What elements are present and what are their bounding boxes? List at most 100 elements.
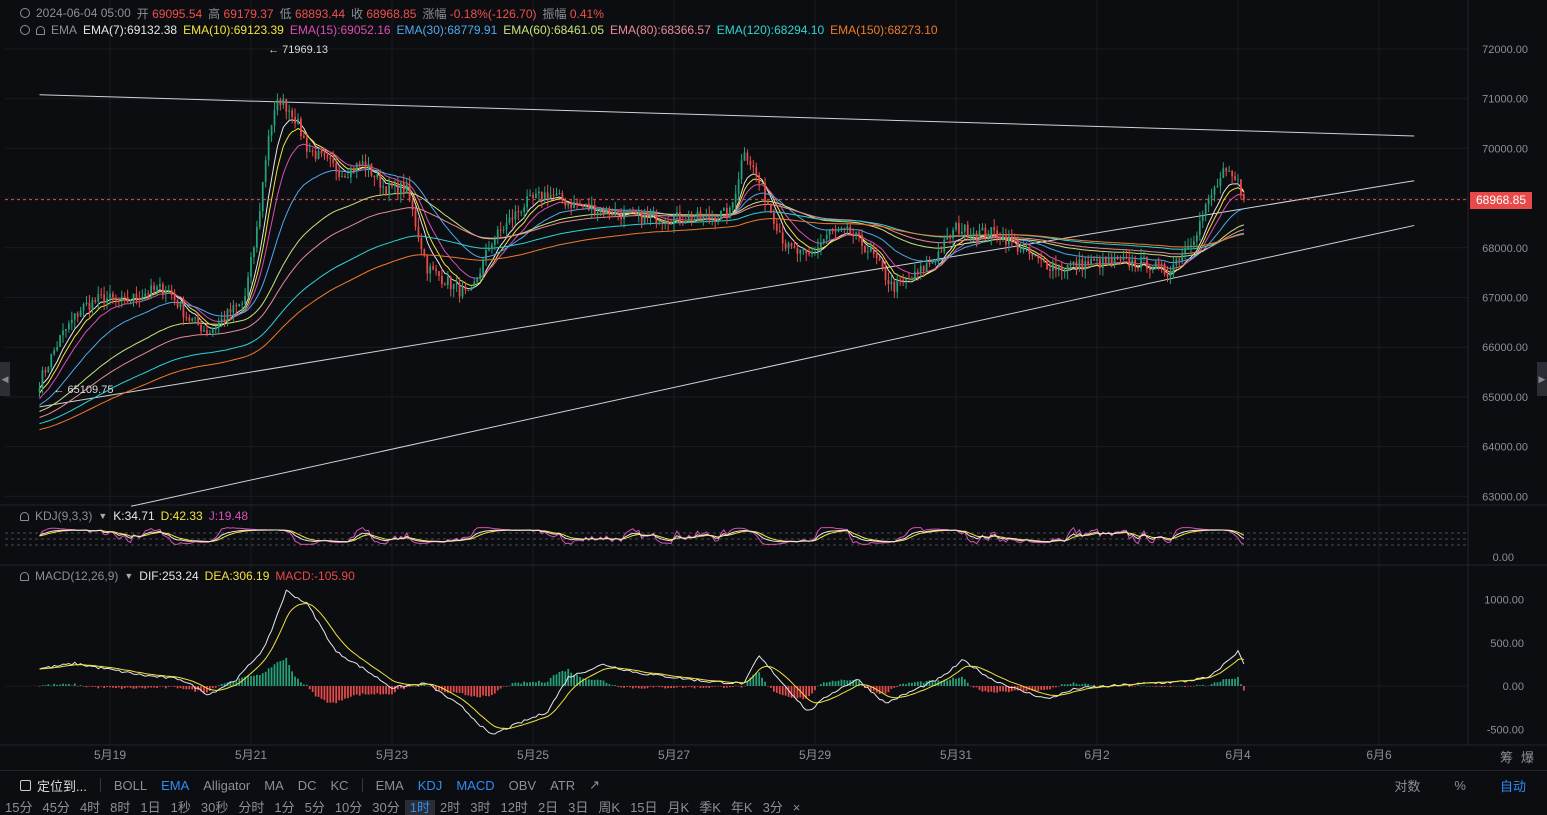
- candle-body: [1116, 257, 1119, 259]
- timeframe-button[interactable]: 5分: [300, 800, 330, 815]
- candle-body: [1207, 198, 1210, 205]
- low-label: 低: [279, 6, 292, 21]
- candle-body: [966, 224, 969, 238]
- timeframe-button[interactable]: 4时: [75, 800, 105, 815]
- timeframe-button[interactable]: 月K: [663, 800, 695, 815]
- chart-canvas[interactable]: 72000.0071000.0070000.0069000.0068000.00…: [0, 0, 1547, 815]
- trendlines: [5, 94, 1468, 507]
- timeframe-button[interactable]: 3时: [465, 800, 495, 815]
- scale-option-button[interactable]: %: [1447, 778, 1473, 793]
- candle-body: [796, 247, 799, 254]
- timeframe-button[interactable]: 周K: [593, 800, 625, 815]
- macd-histogram-bar: [144, 686, 147, 689]
- candle-body: [197, 317, 200, 325]
- candle-body: [940, 251, 943, 253]
- macd-histogram-bar: [320, 686, 323, 699]
- sub-indicator-button[interactable]: EMA: [369, 778, 411, 793]
- candle-body: [1190, 245, 1192, 248]
- main-indicator-button[interactable]: KC: [324, 778, 356, 793]
- scroll-left-icon[interactable]: ◀: [0, 362, 10, 396]
- kdj-dropdown-icon[interactable]: ▼: [98, 511, 107, 521]
- candle-body: [1101, 257, 1104, 268]
- timeframe-button[interactable]: 年K: [726, 800, 758, 815]
- candle-body: [320, 150, 323, 154]
- sub-indicator-button[interactable]: ATR: [543, 778, 582, 793]
- macd-histogram-bar: [288, 664, 291, 686]
- macd-histogram-bar: [1166, 685, 1169, 687]
- macd-histogram-bar: [690, 686, 693, 688]
- candle-body: [752, 165, 755, 168]
- macd-histogram-bar: [473, 686, 476, 697]
- timeframe-button[interactable]: 2日: [533, 800, 563, 815]
- macd-histogram-bar: [684, 686, 687, 688]
- timeframe-button[interactable]: 15日: [625, 800, 662, 815]
- settings-icon[interactable]: [20, 25, 30, 35]
- main-indicator-button[interactable]: Alligator: [196, 778, 257, 793]
- macd-dropdown-icon[interactable]: ▼: [124, 571, 133, 581]
- sub-indicator-button[interactable]: OBV: [502, 778, 543, 793]
- macd-histogram-bar: [97, 686, 100, 689]
- timeframe-button[interactable]: 1分: [269, 800, 299, 815]
- macd-histogram-bar: [220, 684, 223, 686]
- timeframe-button[interactable]: 1日: [135, 800, 165, 815]
- timeframe-button[interactable]: 30秒: [196, 800, 233, 815]
- scale-option-button[interactable]: 自动: [1493, 776, 1533, 795]
- scale-option-button[interactable]: 对数: [1387, 776, 1427, 795]
- collapse-icon[interactable]: [20, 8, 30, 18]
- macd-alert-icon[interactable]: [20, 571, 29, 581]
- chips-label[interactable]: 筹: [1500, 747, 1513, 766]
- candle-body: [896, 279, 899, 292]
- timeframe-button[interactable]: 45分: [37, 800, 74, 815]
- kdj-legend[interactable]: KDJ(9,3,3) ▼ K:34.71 D:42.33 J:19.48: [20, 509, 248, 523]
- timeframe-button[interactable]: 2时: [435, 800, 465, 815]
- candle-body: [676, 212, 678, 217]
- macd-histogram-bar: [919, 681, 922, 686]
- liquidation-label[interactable]: 爆: [1521, 747, 1534, 766]
- timeframe-button[interactable]: 10分: [330, 800, 367, 815]
- candle-body: [276, 99, 279, 111]
- sub-indicator-button[interactable]: MACD: [449, 778, 501, 793]
- timeframe-button[interactable]: 1秒: [166, 800, 196, 815]
- locate-button[interactable]: 定位到...: [0, 776, 94, 795]
- candle-body: [687, 215, 690, 222]
- candle-body: [408, 184, 411, 201]
- main-indicator-button[interactable]: MA: [257, 778, 291, 793]
- macd-histogram-bar: [535, 682, 537, 686]
- timeframe-button[interactable]: 12时: [495, 800, 532, 815]
- ema-legend[interactable]: EMA EMA(7):69132.38 EMA(10):69123.39 EMA(1…: [20, 22, 938, 38]
- candle-body: [952, 229, 954, 239]
- candle-body: [490, 244, 493, 249]
- candle-body: [206, 330, 208, 334]
- timeframe-button[interactable]: 3日: [563, 800, 593, 815]
- alert-icon[interactable]: [36, 25, 45, 35]
- date-tick-label: 5月25: [517, 748, 549, 762]
- sub-indicator-button[interactable]: KDJ: [411, 778, 450, 793]
- macd-legend[interactable]: MACD(12,26,9) ▼ DIF:253.24 DEA:306.19 MA…: [20, 569, 355, 583]
- macd-histogram-bar: [182, 686, 185, 690]
- price-tick-label: 66000.00: [1482, 342, 1528, 354]
- candle-body: [1151, 268, 1154, 270]
- main-indicator-button[interactable]: EMA: [154, 778, 196, 793]
- main-indicator-button[interactable]: BOLL: [107, 778, 154, 793]
- candle-body: [511, 217, 514, 220]
- candle-body: [576, 202, 578, 205]
- candle-body: [620, 214, 623, 220]
- timeframe-button[interactable]: 3分: [758, 800, 788, 815]
- scroll-right-icon[interactable]: ▶: [1537, 362, 1547, 396]
- macd-histogram-bar: [1137, 685, 1140, 686]
- timeframe-button[interactable]: ×: [788, 800, 806, 815]
- timeframe-button[interactable]: 分时: [233, 800, 269, 815]
- main-indicator-button[interactable]: DC: [291, 778, 324, 793]
- timeframe-button[interactable]: 15分: [0, 800, 37, 815]
- timeframe-button[interactable]: 季K: [694, 800, 726, 815]
- timeframe-button[interactable]: 30分: [367, 800, 404, 815]
- candle-body: [56, 346, 59, 351]
- kdj-alert-icon[interactable]: [20, 511, 29, 521]
- candle-body: [596, 212, 599, 216]
- candle-body: [85, 302, 88, 304]
- timeframe-button[interactable]: 8时: [105, 800, 135, 815]
- macd-histogram-bar: [258, 675, 261, 686]
- edit-indicators-icon[interactable]: ↗: [582, 777, 607, 793]
- timeframe-button[interactable]: 1时: [404, 800, 435, 815]
- macd-histogram-bar: [253, 675, 255, 686]
